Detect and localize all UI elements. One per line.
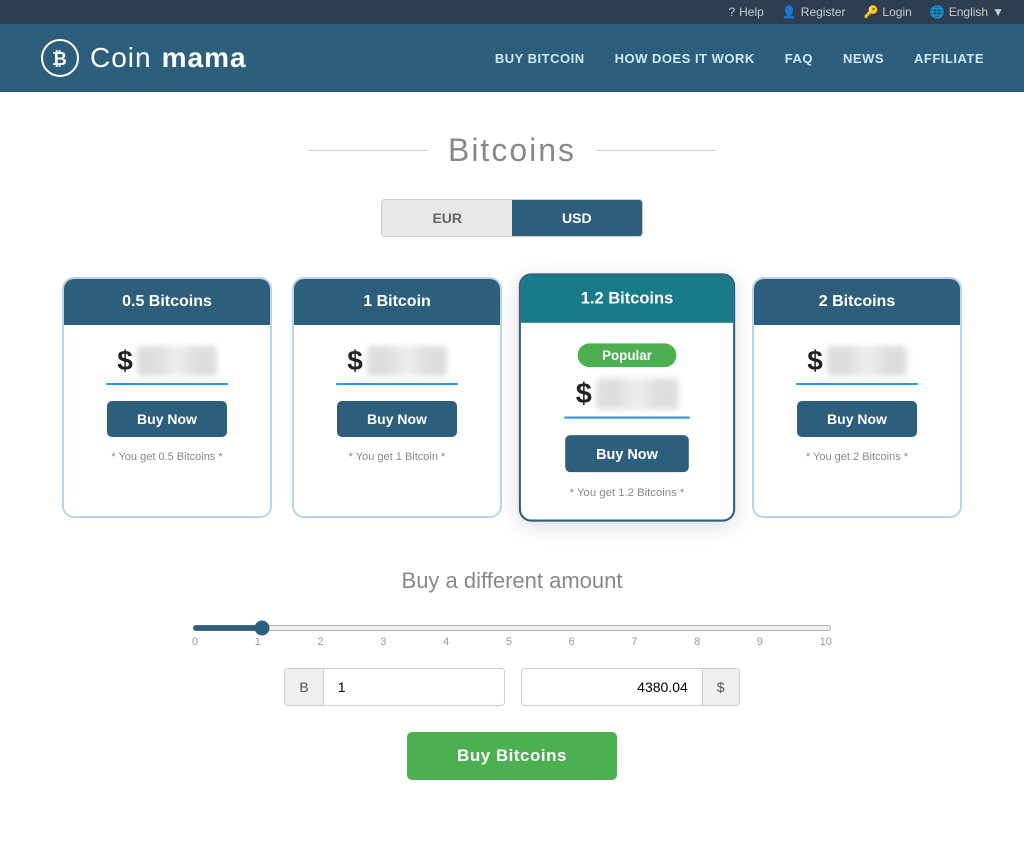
price-display: $	[310, 345, 484, 377]
title-divider: Bitcoins	[60, 132, 964, 169]
logo-icon: ₿	[40, 38, 80, 78]
nav-buy-bitcoin[interactable]: BUY BITCOIN	[495, 51, 585, 66]
usd-suffix: $	[702, 669, 739, 705]
price-display: $	[537, 377, 716, 410]
buy-now-button-1.2[interactable]: Buy Now	[565, 435, 688, 472]
card-body: $ Buy Now * You get 0.5 Bitcoins *	[64, 325, 270, 483]
card-header: 0.5 Bitcoins	[64, 279, 270, 325]
buy-bitcoins-button[interactable]: Buy Bitcoins	[407, 732, 617, 780]
buy-now-button-0.5[interactable]: Buy Now	[107, 401, 227, 437]
card-0.5-bitcoin: 0.5 Bitcoins $ Buy Now * You get 0.5 Bit…	[62, 277, 272, 518]
slider-labels: 0 1 2 3 4 5 6 7 8 9 10	[192, 636, 832, 648]
price-value-blur	[827, 346, 907, 376]
you-get-label: * You get 2 Bitcoins *	[770, 451, 944, 463]
card-body: Popular $ Buy Now * You get 1.2 Bitcoins…	[521, 323, 733, 520]
card-header: 1.2 Bitcoins	[521, 275, 733, 322]
price-display: $	[770, 345, 944, 377]
buy-btn-section: Buy Bitcoins	[60, 732, 964, 780]
input-row: B $	[60, 668, 964, 706]
different-amount-title: Buy a different amount	[60, 568, 964, 594]
usd-input-group: $	[521, 668, 740, 706]
card-body: $ Buy Now * You get 1 Bitcoin *	[294, 325, 500, 483]
user-icon: 👤	[782, 5, 797, 19]
card-body: $ Buy Now * You get 2 Bitcoins *	[754, 325, 960, 483]
help-icon: ?	[728, 5, 735, 19]
price-value-blur	[596, 378, 678, 409]
card-1-bitcoin: 1 Bitcoin $ Buy Now * You get 1 Bitcoin …	[292, 277, 502, 518]
card-2-bitcoin: 2 Bitcoins $ Buy Now * You get 2 Bitcoin…	[752, 277, 962, 518]
language-selector[interactable]: 🌐 English ▼	[930, 5, 1004, 19]
card-header: 2 Bitcoins	[754, 279, 960, 325]
register-link[interactable]: 👤 Register	[782, 5, 846, 19]
price-value-blur	[367, 346, 447, 376]
page-title: Bitcoins	[448, 132, 576, 169]
different-amount-section: Buy a different amount 0 1 2 3 4 5 6 7 8…	[60, 568, 964, 780]
main-content: Bitcoins EUR USD 0.5 Bitcoins $ Buy Now …	[0, 92, 1024, 850]
toggle-group: EUR USD	[381, 199, 642, 237]
svg-text:₿: ₿	[52, 49, 68, 69]
top-bar: ? Help 👤 Register 🔑 Login 🌐 English ▼	[0, 0, 1024, 24]
btc-input-group: B	[284, 668, 504, 706]
help-link[interactable]: ? Help	[728, 5, 763, 19]
header: ₿ Coinmama BUY BITCOIN HOW DOES IT WORK …	[0, 24, 1024, 92]
nav-news[interactable]: NEWS	[843, 51, 884, 66]
login-link[interactable]: 🔑 Login	[863, 5, 911, 19]
divider-right	[596, 150, 716, 151]
price-underline	[106, 383, 228, 385]
logo[interactable]: ₿ Coinmama	[40, 38, 247, 78]
nav-affiliate[interactable]: AFFILIATE	[914, 51, 984, 66]
buy-now-button-2[interactable]: Buy Now	[797, 401, 917, 437]
slider-container: 0 1 2 3 4 5 6 7 8 9 10	[172, 618, 852, 648]
price-underline	[336, 383, 458, 385]
page-title-section: Bitcoins	[60, 132, 964, 169]
btc-prefix: B	[285, 669, 323, 705]
globe-icon: 🌐	[930, 5, 945, 19]
currency-toggle: EUR USD	[60, 199, 964, 237]
price-value-blur	[137, 346, 217, 376]
you-get-label: * You get 0.5 Bitcoins *	[80, 451, 254, 463]
you-get-label: * You get 1 Bitcoin *	[310, 451, 484, 463]
price-display: $	[80, 345, 254, 377]
btc-amount-input[interactable]	[324, 669, 504, 705]
nav-how-it-works[interactable]: HOW DOES IT WORK	[615, 51, 755, 66]
usd-amount-input[interactable]	[522, 669, 702, 705]
eur-toggle[interactable]: EUR	[382, 200, 512, 236]
usd-toggle[interactable]: USD	[512, 200, 642, 236]
price-underline	[796, 383, 918, 385]
login-icon: 🔑	[863, 5, 878, 19]
you-get-label: * You get 1.2 Bitcoins *	[537, 487, 716, 499]
nav-faq[interactable]: FAQ	[785, 51, 813, 66]
card-1.2-bitcoin-featured: 1.2 Bitcoins Popular $ Buy Now * You get…	[519, 273, 735, 521]
price-underline	[564, 417, 689, 419]
amount-slider[interactable]	[192, 625, 832, 631]
buy-now-button-1[interactable]: Buy Now	[337, 401, 457, 437]
main-nav: BUY BITCOIN HOW DOES IT WORK FAQ NEWS AF…	[495, 51, 984, 66]
popular-badge: Popular	[577, 343, 676, 367]
divider-left	[308, 150, 428, 151]
card-header: 1 Bitcoin	[294, 279, 500, 325]
cards-section: 0.5 Bitcoins $ Buy Now * You get 0.5 Bit…	[60, 277, 964, 518]
chevron-down-icon: ▼	[992, 5, 1004, 19]
